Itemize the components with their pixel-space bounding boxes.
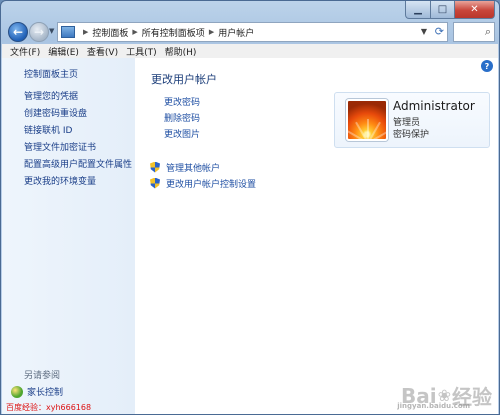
sidebar-item-advanced-profile[interactable]: 配置高级用户配置文件属性	[24, 158, 132, 175]
password-status: 密码保护	[393, 130, 430, 140]
refresh-icon[interactable]: ⟳	[435, 25, 444, 38]
close-icon: ✕	[470, 4, 479, 15]
user-name: Administrator	[393, 99, 475, 113]
window-controls: ▁ □ ✕	[405, 1, 495, 19]
watermark-text: 百度经验：xyh666168	[6, 403, 92, 412]
minimize-icon: ▁	[414, 4, 422, 15]
breadcrumb-separator-icon[interactable]: ▶	[132, 28, 137, 36]
breadcrumb-control-panel[interactable]: 控制面板	[92, 26, 128, 39]
content-area: 控制面板主页 管理您的凭据 创建密码重设盘 链接联机 ID 管理文件加密证书 配…	[2, 58, 498, 414]
breadcrumb-separator-icon[interactable]: ▶	[209, 28, 214, 36]
uac-shield-icon	[150, 161, 160, 173]
change-picture-link[interactable]: 更改图片	[164, 129, 200, 145]
remove-password-link[interactable]: 删除密码	[164, 113, 200, 129]
menu-file[interactable]: 文件(F)	[10, 45, 40, 58]
sidebar-item-manage-credentials[interactable]: 管理您的凭据	[24, 90, 132, 107]
manage-other-accounts-link[interactable]: 管理其他帐户	[150, 159, 256, 175]
avatar[interactable]	[346, 99, 388, 141]
parental-controls-link[interactable]: 家长控制	[11, 385, 63, 398]
sidebar-item-password-reset-disk[interactable]: 创建密码重设盘	[24, 107, 132, 124]
account-tasks: 更改密码 删除密码 更改图片	[164, 97, 200, 145]
forward-button[interactable]: →	[29, 22, 49, 42]
navigation-bar: ← → ▼ ▶ 控制面板 ▶ 所有控制面板项 ▶ 用户帐户 ▼ ⟳ ⌕	[5, 20, 497, 44]
back-arrow-icon: ←	[12, 25, 24, 39]
menu-tools[interactable]: 工具(T)	[126, 45, 157, 58]
menu-bar: 文件(F) 编辑(E) 查看(V) 工具(T) 帮助(H)	[2, 44, 498, 58]
close-button[interactable]: ✕	[455, 1, 495, 19]
address-dropdown-icon[interactable]: ▼	[421, 27, 427, 36]
sidebar-item-link-online-id[interactable]: 链接联机 ID	[24, 124, 132, 141]
sidebar-item-environment-variables[interactable]: 更改我的环境变量	[24, 175, 132, 192]
uac-settings-label: 更改用户帐户控制设置	[166, 179, 257, 190]
window: ▁ □ ✕ ← → ▼ ▶ 控制面板 ▶ 所有控制面板项 ▶ 用户帐户 ▼ ⟳ …	[0, 0, 500, 415]
uac-settings-link[interactable]: 更改用户帐户控制设置	[150, 175, 256, 191]
forward-arrow-icon: →	[33, 25, 45, 39]
manage-other-accounts-label: 管理其他帐户	[166, 163, 221, 174]
parental-controls-icon	[11, 385, 23, 398]
back-button[interactable]: ←	[8, 22, 28, 42]
admin-links: 管理其他帐户 更改用户帐户控制设置	[150, 159, 256, 191]
search-icon[interactable]: ⌕	[485, 25, 491, 39]
parental-controls-label: 家长控制	[27, 388, 64, 398]
user-account-card: Administrator 管理员 密码保护	[334, 92, 490, 148]
recent-pages-dropdown[interactable]: ▼	[49, 27, 54, 35]
sidebar-links: 管理您的凭据 创建密码重设盘 链接联机 ID 管理文件加密证书 配置高级用户配置…	[24, 90, 132, 192]
change-password-link[interactable]: 更改密码	[164, 97, 200, 113]
uac-shield-icon	[150, 177, 160, 189]
see-also-heading: 另请参阅	[24, 371, 61, 381]
breadcrumb-user-accounts[interactable]: 用户帐户	[218, 26, 254, 39]
watermark-logo-sub: jingyan.baidu.com	[397, 402, 470, 410]
page-title: 更改用户帐户	[151, 73, 217, 86]
breadcrumb-all-items[interactable]: 所有控制面板项	[142, 26, 205, 39]
menu-edit[interactable]: 编辑(E)	[48, 45, 79, 58]
control-panel-icon	[61, 26, 75, 38]
search-input[interactable]: ⌕	[453, 22, 495, 42]
maximize-icon: □	[437, 4, 448, 15]
control-panel-home-link[interactable]: 控制面板主页	[24, 67, 78, 80]
breadcrumb-separator-icon[interactable]: ▶	[83, 28, 88, 36]
watermark-logo: Bai ❀ 经验 jingyan.baidu.com	[397, 381, 492, 411]
title-bar: ▁ □ ✕	[1, 1, 499, 21]
help-icon[interactable]: ?	[481, 60, 493, 72]
sidebar-item-file-encryption[interactable]: 管理文件加密证书	[24, 141, 132, 158]
menu-help[interactable]: 帮助(H)	[165, 45, 197, 58]
maximize-button[interactable]: □	[431, 1, 455, 19]
minimize-button[interactable]: ▁	[405, 1, 431, 19]
address-bar[interactable]: ▶ 控制面板 ▶ 所有控制面板项 ▶ 用户帐户 ▼ ⟳	[57, 22, 448, 42]
sidebar: 控制面板主页 管理您的凭据 创建密码重设盘 链接联机 ID 管理文件加密证书 配…	[2, 58, 135, 414]
menu-view[interactable]: 查看(V)	[87, 45, 118, 58]
